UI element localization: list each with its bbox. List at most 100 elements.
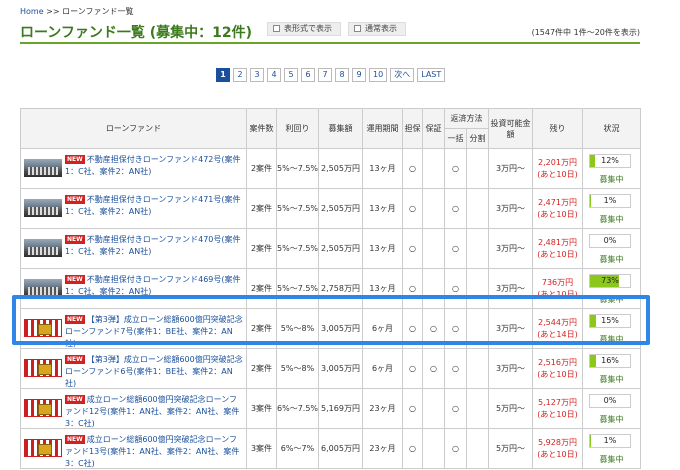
fund-thumbnail[interactable] bbox=[24, 279, 62, 297]
result-count: (1547件中 1件〜20件を表示) bbox=[531, 28, 640, 37]
remaining-cell: 736万円 (あと10日) bbox=[532, 268, 583, 309]
new-badge: NEW bbox=[65, 155, 85, 164]
status-label: 募集中 bbox=[599, 455, 624, 464]
fund-name[interactable]: 成立ローン総額600億円突破記念ローンファンド13号(案件1：AN社、案件2：A… bbox=[65, 435, 239, 468]
page-10-link[interactable]: 10 bbox=[369, 68, 388, 82]
amount-cell: 3,005万円 bbox=[318, 308, 363, 349]
page-9-link[interactable]: 9 bbox=[352, 68, 366, 82]
min-invest-cell: 3万円〜 bbox=[488, 228, 533, 269]
table-row: NEW 【第3弾】成立ローン総額600億円突破記念ローンファンド7号(案件1：BE… bbox=[20, 308, 641, 350]
fund-name[interactable]: 成立ローン総額600億円突破記念ローンファンド12号(案件1：AN社、案件2：A… bbox=[65, 395, 239, 428]
fund-thumbnail[interactable] bbox=[24, 239, 62, 257]
progress-bar: 0% bbox=[589, 234, 631, 248]
progress-fill bbox=[590, 155, 595, 167]
fund-link[interactable]: NEW 不動産担保付きローンファンド471号(案件1：C社、案件2：AN社) bbox=[65, 194, 243, 218]
fund-name[interactable]: 不動産担保付きローンファンド469号(案件1：C社、案件2：AN社) bbox=[65, 275, 241, 296]
progress-label: 0% bbox=[603, 236, 617, 245]
fund-name[interactable]: 不動産担保付きローンファンド470号(案件1：C社、案件2：AN社) bbox=[65, 235, 241, 256]
fund-thumbnail[interactable] bbox=[24, 319, 62, 337]
progress-label: 0% bbox=[603, 396, 617, 405]
page-1-link[interactable]: 1 bbox=[216, 68, 230, 82]
fund-link[interactable]: NEW 不動産担保付きローンファンド472号(案件1：C社、案件2：AN社) bbox=[65, 154, 243, 178]
remaining-days: (あと14日) bbox=[537, 329, 578, 339]
remaining-days: (あと10日) bbox=[537, 369, 578, 379]
checkbox-icon bbox=[354, 25, 361, 32]
last-page-link[interactable]: LAST bbox=[417, 68, 446, 82]
page-6-link[interactable]: 6 bbox=[301, 68, 315, 82]
next-page-link[interactable]: 次へ bbox=[390, 68, 415, 82]
progress-bar: 1% bbox=[589, 194, 631, 208]
remaining-amount: 736万円 bbox=[541, 277, 574, 287]
amount-cell: 3,005万円 bbox=[318, 348, 363, 389]
page-2-link[interactable]: 2 bbox=[233, 68, 247, 82]
lump-cell: ○ bbox=[444, 148, 467, 189]
yield-cell: 6%〜7% bbox=[276, 428, 319, 469]
yield-cell: 5%〜8% bbox=[276, 308, 319, 349]
table-view-button[interactable]: 表形式で表示 bbox=[267, 22, 341, 36]
header-cases: 案件数 bbox=[246, 108, 277, 149]
period-cell: 23ヶ月 bbox=[362, 428, 403, 469]
remaining-days: (あと10日) bbox=[537, 449, 578, 459]
status-cell: 0% 募集中 bbox=[582, 228, 641, 269]
guarantee-cell bbox=[422, 268, 445, 309]
status-cell: 16% 募集中 bbox=[582, 348, 641, 389]
status-label: 募集中 bbox=[599, 175, 624, 184]
min-invest-cell: 3万円〜 bbox=[488, 188, 533, 229]
remaining-amount: 2,201万円 bbox=[538, 157, 577, 167]
normal-view-label: 通常表示 bbox=[365, 24, 397, 33]
remaining-cell: 5,928万円 (あと10日) bbox=[532, 428, 583, 469]
lump-cell: ○ bbox=[444, 228, 467, 269]
normal-view-button[interactable]: 通常表示 bbox=[348, 22, 406, 36]
remaining-amount: 2,516万円 bbox=[538, 357, 577, 367]
remaining-cell: 2,481万円 (あと10日) bbox=[532, 228, 583, 269]
table-row: NEW 不動産担保付きローンファンド472号(案件1：C社、案件2：AN社) 2案件… bbox=[20, 148, 641, 189]
status-cell: 12% 募集中 bbox=[582, 148, 641, 189]
new-badge: NEW bbox=[65, 195, 85, 204]
fund-cell: NEW 不動産担保付きローンファンド469号(案件1：C社、案件2：AN社) bbox=[20, 268, 247, 309]
min-invest-cell: 3万円〜 bbox=[488, 268, 533, 309]
progress-bar: 15% bbox=[589, 314, 631, 328]
fund-cell: NEW 不動産担保付きローンファンド472号(案件1：C社、案件2：AN社) bbox=[20, 148, 247, 189]
remaining-amount: 5,127万円 bbox=[538, 397, 577, 407]
remaining-days: (あと10日) bbox=[537, 289, 578, 299]
header-yield: 利回り bbox=[276, 108, 319, 149]
lump-cell: ○ bbox=[444, 188, 467, 229]
new-badge: NEW bbox=[65, 395, 85, 404]
amount-cell: 6,005万円 bbox=[318, 428, 363, 469]
fund-name[interactable]: 【第3弾】成立ローン総額600億円突破記念ローンファンド7号(案件1：BE社、案… bbox=[65, 315, 243, 348]
yield-cell: 6%〜7.5% bbox=[276, 388, 319, 429]
yield-cell: 5%〜8% bbox=[276, 348, 319, 389]
progress-label: 16% bbox=[601, 356, 619, 365]
fund-name[interactable]: 不動産担保付きローンファンド472号(案件1：C社、案件2：AN社) bbox=[65, 155, 241, 176]
fund-link[interactable]: NEW 成立ローン総額600億円突破記念ローンファンド12号(案件1：AN社、案件… bbox=[65, 394, 243, 430]
fund-thumbnail[interactable] bbox=[24, 439, 62, 457]
fund-link[interactable]: NEW 不動産担保付きローンファンド470号(案件1：C社、案件2：AN社) bbox=[65, 234, 243, 258]
fund-name[interactable]: 不動産担保付きローンファンド471号(案件1：C社、案件2：AN社) bbox=[65, 195, 241, 216]
fund-cell: NEW 【第3弾】成立ローン総額600億円突破記念ローンファンド6号(案件1：BE… bbox=[20, 348, 247, 390]
fund-link[interactable]: NEW 【第3弾】成立ローン総額600億円突破記念ローンファンド6号(案件1：BE… bbox=[65, 354, 243, 390]
fund-link[interactable]: NEW 不動産担保付きローンファンド469号(案件1：C社、案件2：AN社) bbox=[65, 274, 243, 298]
new-badge: NEW bbox=[65, 235, 85, 244]
checkbox-icon bbox=[273, 25, 280, 32]
fund-thumbnail[interactable] bbox=[24, 399, 62, 417]
breadcrumb-home-link[interactable]: Home bbox=[20, 7, 44, 16]
guarantee-cell bbox=[422, 428, 445, 469]
collateral-cell: ○ bbox=[402, 148, 423, 189]
page-8-link[interactable]: 8 bbox=[335, 68, 349, 82]
fund-name[interactable]: 【第3弾】成立ローン総額600億円突破記念ローンファンド6号(案件1：BE社、案… bbox=[65, 355, 243, 388]
fund-thumbnail[interactable] bbox=[24, 359, 62, 377]
page-3-link[interactable]: 3 bbox=[250, 68, 264, 82]
fund-thumbnail[interactable] bbox=[24, 199, 62, 217]
fund-link[interactable]: NEW 【第3弾】成立ローン総額600億円突破記念ローンファンド7号(案件1：BE… bbox=[65, 314, 243, 350]
table-row: NEW 成立ローン総額600億円突破記念ローンファンド12号(案件1：AN社、案件… bbox=[20, 388, 641, 430]
page-7-link[interactable]: 7 bbox=[318, 68, 332, 82]
pagination: 1 2 3 4 5 6 7 8 9 10 次へ LAST bbox=[216, 68, 446, 82]
fund-link[interactable]: NEW 成立ローン総額600億円突破記念ローンファンド13号(案件1：AN社、案件… bbox=[65, 434, 243, 470]
installment-cell bbox=[466, 188, 489, 229]
page-5-link[interactable]: 5 bbox=[284, 68, 298, 82]
period-cell: 13ヶ月 bbox=[362, 228, 403, 269]
fund-thumbnail[interactable] bbox=[24, 159, 62, 177]
yield-cell: 5%〜7.5% bbox=[276, 268, 319, 309]
page-4-link[interactable]: 4 bbox=[267, 68, 281, 82]
header-fund: ローンファンド bbox=[20, 108, 247, 149]
